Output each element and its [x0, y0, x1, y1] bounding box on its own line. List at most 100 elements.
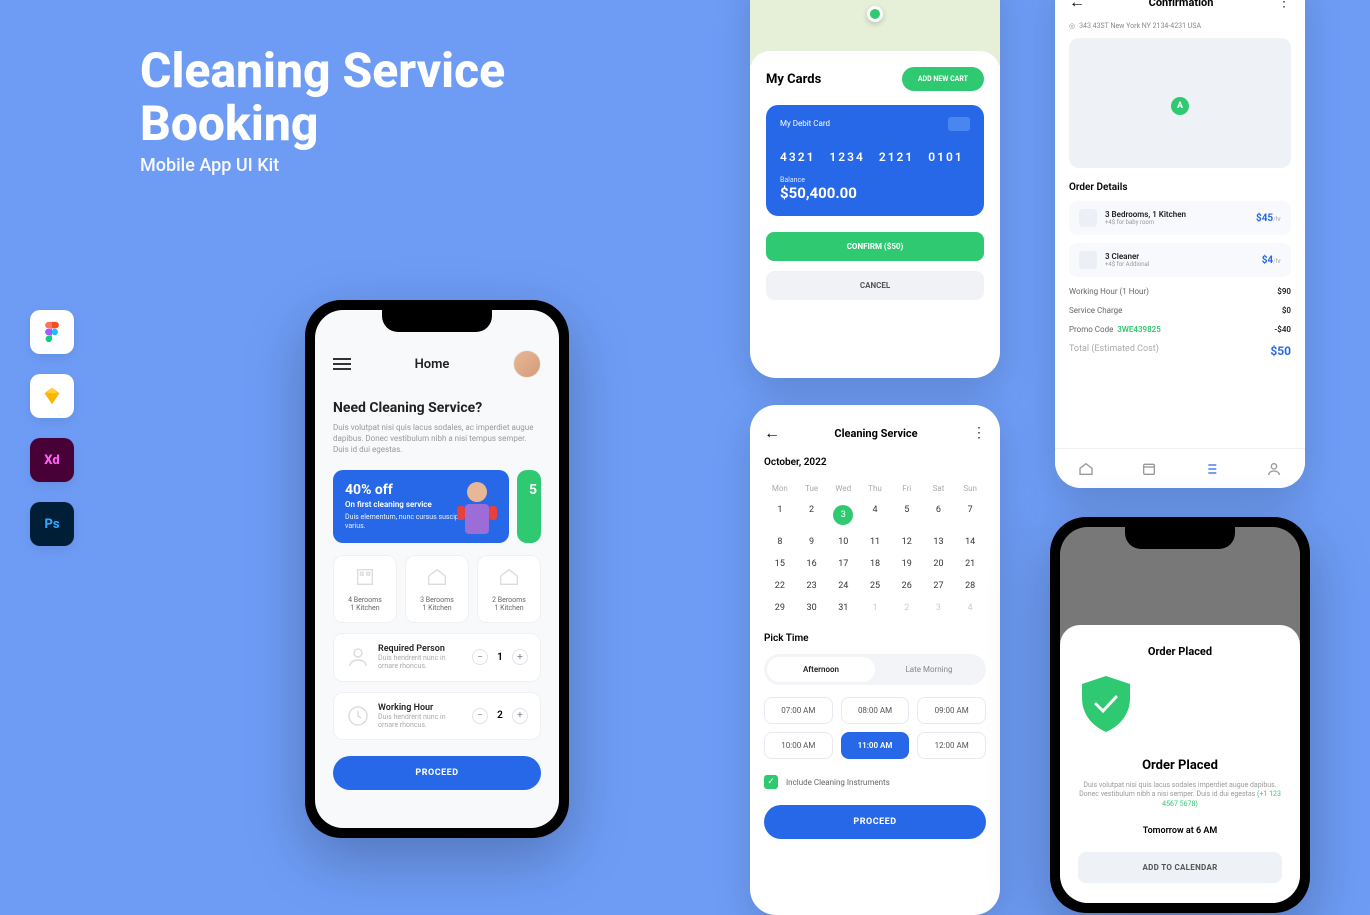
shield-check-icon: [1078, 674, 1134, 734]
calendar-day[interactable]: 1: [764, 499, 796, 531]
proceed-button[interactable]: PROCEED: [333, 756, 541, 790]
card-chip-icon: [948, 117, 970, 131]
calendar-day[interactable]: 28: [954, 575, 986, 597]
confirm-button[interactable]: CONFIRM ($50): [766, 232, 984, 261]
calendar-day[interactable]: 3: [827, 499, 859, 531]
calendar-day[interactable]: 22: [764, 575, 796, 597]
time-slot[interactable]: 11:00 AM: [841, 732, 910, 759]
promo-card-1[interactable]: 40% off On first cleaning service Duis e…: [333, 470, 509, 543]
calendar-day[interactable]: 2: [796, 499, 828, 531]
minus-button[interactable]: −: [472, 649, 488, 665]
include-instruments-row[interactable]: ✓Include Cleaning Instruments: [764, 775, 986, 789]
calendar-day[interactable]: 3: [923, 597, 955, 619]
back-icon[interactable]: ←: [1069, 0, 1085, 12]
nav-home-icon[interactable]: [1078, 461, 1094, 477]
avatar[interactable]: [513, 350, 541, 378]
nav-profile-icon[interactable]: [1266, 461, 1282, 477]
location-icon: ◎: [1069, 22, 1075, 30]
calendar-day[interactable]: 27: [923, 575, 955, 597]
calendar-dayname: Fri: [891, 478, 923, 499]
tool-icons: Xd Ps: [30, 310, 74, 546]
calendar-day[interactable]: 15: [764, 553, 796, 575]
clock-icon: [346, 704, 370, 728]
calendar-dayname: Wed: [827, 478, 859, 499]
time-segment: Afternoon Late Morning: [764, 654, 986, 685]
calendar-day[interactable]: 13: [923, 531, 955, 553]
modal-title: Order Placed: [1078, 758, 1282, 773]
add-card-button[interactable]: ADD NEW CART: [902, 67, 984, 91]
calendar-day[interactable]: 31: [827, 597, 859, 619]
house-icon: [426, 566, 448, 588]
time-slot[interactable]: 08:00 AM: [841, 697, 910, 724]
person-stepper: −1+: [472, 649, 528, 665]
calendar-dayname: Sat: [923, 478, 955, 499]
calendar-day[interactable]: 9: [796, 531, 828, 553]
working-hour-row: Working HourDuis hendrerit nunc in ornar…: [333, 692, 541, 741]
calendar-day[interactable]: 4: [859, 499, 891, 531]
calendar-day[interactable]: 7: [954, 499, 986, 531]
figma-icon: [30, 310, 74, 354]
calendar-month: October, 2022: [764, 457, 986, 468]
calendar-day[interactable]: 6: [923, 499, 955, 531]
calendar-day[interactable]: 8: [764, 531, 796, 553]
calendar-day[interactable]: 11: [859, 531, 891, 553]
calendar-day[interactable]: 25: [859, 575, 891, 597]
sketch-icon: [30, 374, 74, 418]
calendar-day[interactable]: 10: [827, 531, 859, 553]
more-icon[interactable]: ⋮: [1277, 0, 1291, 10]
map[interactable]: A: [1069, 38, 1291, 168]
room-card-4bed[interactable]: 4 Berooms1 Kitchen: [333, 555, 397, 623]
calendar-day[interactable]: 30: [796, 597, 828, 619]
calendar-dayname: Sun: [954, 478, 986, 499]
building-icon: [354, 566, 376, 588]
proceed-button[interactable]: PROCEED: [764, 805, 986, 839]
debit-card[interactable]: My Debit Card 4321123421210101 Balance $…: [766, 105, 984, 216]
room-card-3bed[interactable]: 3 Berooms1 Kitchen: [405, 555, 469, 623]
photoshop-icon: Ps: [30, 502, 74, 546]
room-card-2bed[interactable]: 2 Berooms1 Kitchen: [477, 555, 541, 623]
back-icon[interactable]: ←: [764, 423, 780, 443]
house-icon: [498, 566, 520, 588]
pick-time-label: Pick Time: [764, 633, 986, 644]
plus-button[interactable]: +: [512, 649, 528, 665]
map-pin-icon: [867, 6, 883, 22]
calendar-day[interactable]: 18: [859, 553, 891, 575]
calendar-day[interactable]: 29: [764, 597, 796, 619]
promo-card-2[interactable]: 5: [517, 470, 541, 543]
calendar-day[interactable]: 23: [796, 575, 828, 597]
segment-late-morning[interactable]: Late Morning: [875, 657, 983, 682]
calendar-day[interactable]: 1: [859, 597, 891, 619]
more-icon[interactable]: ⋮: [972, 425, 986, 441]
hero: Cleaning ServiceBooking Mobile App UI Ki…: [140, 45, 505, 176]
calendar-day[interactable]: 2: [891, 597, 923, 619]
time-slot[interactable]: 12:00 AM: [917, 732, 986, 759]
cancel-button[interactable]: CANCEL: [766, 271, 984, 300]
calendar-day[interactable]: 12: [891, 531, 923, 553]
time-slot[interactable]: 07:00 AM: [764, 697, 833, 724]
add-to-calendar-button[interactable]: ADD TO CALENDAR: [1078, 852, 1282, 883]
segment-afternoon[interactable]: Afternoon: [767, 657, 875, 682]
calendar-day[interactable]: 5: [891, 499, 923, 531]
calendar-day[interactable]: 26: [891, 575, 923, 597]
calendar-day[interactable]: 24: [827, 575, 859, 597]
calendar-day[interactable]: 21: [954, 553, 986, 575]
calendar-day[interactable]: 16: [796, 553, 828, 575]
map-pin-a-icon: A: [1171, 97, 1189, 115]
calendar-day[interactable]: 19: [891, 553, 923, 575]
calendar-day[interactable]: 20: [923, 553, 955, 575]
menu-icon[interactable]: [333, 355, 351, 373]
total-row: Total (Estimated Cost)$50: [1069, 344, 1291, 358]
calendar-day[interactable]: 14: [954, 531, 986, 553]
hero-title: Cleaning ServiceBooking: [140, 45, 505, 151]
time-slot[interactable]: 10:00 AM: [764, 732, 833, 759]
minus-button[interactable]: −: [472, 708, 488, 724]
plus-button[interactable]: +: [512, 708, 528, 724]
home-heading: Need Cleaning Service?: [333, 400, 541, 416]
nav-list-icon[interactable]: [1203, 461, 1219, 477]
order-placed-modal: Order Placed Order Placed Duis volutpat …: [1060, 625, 1300, 903]
calendar-day[interactable]: 17: [827, 553, 859, 575]
time-slot[interactable]: 09:00 AM: [917, 697, 986, 724]
calendar-dayname: Mon: [764, 478, 796, 499]
nav-calendar-icon[interactable]: [1141, 461, 1157, 477]
calendar-day[interactable]: 4: [954, 597, 986, 619]
